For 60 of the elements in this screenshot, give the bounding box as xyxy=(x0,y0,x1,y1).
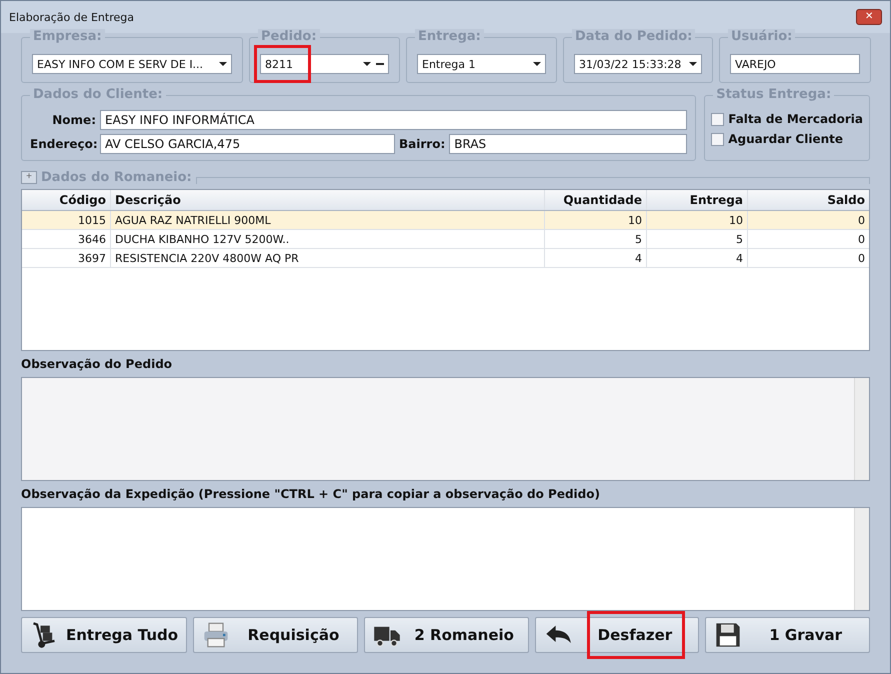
table-cell: 1015 xyxy=(22,211,111,229)
close-button[interactable]: ✕ xyxy=(856,9,882,25)
column-header[interactable]: Código xyxy=(22,190,111,210)
text-field[interactable]: AV CELSO GARCIA,475 xyxy=(100,134,395,154)
caret-icon xyxy=(533,62,541,66)
expand-button[interactable]: + xyxy=(21,170,37,184)
action-button[interactable]: Requisição xyxy=(193,617,358,653)
field-label: Bairro: xyxy=(399,137,446,151)
section-label: Observação do Pedido xyxy=(21,357,174,373)
checkbox-label: Aguardar Cliente xyxy=(728,132,844,146)
highlight-frame xyxy=(254,45,311,83)
action-button[interactable]: 1 Gravar xyxy=(705,617,870,653)
text-field[interactable]: EASY INFO INFORMÁTICA xyxy=(100,110,688,130)
table-cell: 3646 xyxy=(22,230,111,248)
action-button[interactable]: 2 Romaneio xyxy=(364,617,529,653)
action-button[interactable]: Entrega Tudo xyxy=(21,617,188,653)
text-area[interactable] xyxy=(21,377,870,481)
printer-icon xyxy=(202,621,230,649)
column-header[interactable]: Quantidade xyxy=(545,190,647,210)
column-header[interactable]: Descrição xyxy=(111,190,545,210)
table-cell: 5 xyxy=(545,230,647,248)
group-label: Entrega: xyxy=(415,29,484,44)
text-area[interactable] xyxy=(21,507,870,611)
caret-icon xyxy=(689,62,697,66)
table-cell: 5 xyxy=(647,230,748,248)
table-cell: RESISTENCIA 220V 4800W AQ PR xyxy=(111,249,545,267)
text-field[interactable]: VAREJO xyxy=(730,54,860,74)
section-label: Observação da Expedição (Pressione "CTRL + C" para copiar a observação do Pedido) xyxy=(21,487,601,503)
caret-icon xyxy=(219,62,227,66)
table-cell: DUCHA KIBANHO 127V 5200W.. xyxy=(111,230,545,248)
column-header[interactable]: Entrega xyxy=(647,190,748,210)
table-cell: 10 xyxy=(545,211,647,229)
dropdown-field[interactable]: Entrega 1 xyxy=(417,54,546,74)
field-label: Nome: xyxy=(51,113,96,127)
caret-icon xyxy=(363,62,371,66)
table-cell-text: 0 xyxy=(857,250,866,266)
window-title: Elaboração de Entrega xyxy=(9,10,134,24)
table-row[interactable]: 3646 DUCHA KIBANHO 127V 5200W.. 5 5 0 xyxy=(22,230,869,249)
table-cell: 4 xyxy=(545,249,647,267)
checkbox[interactable] xyxy=(711,112,724,126)
field-label: Endereço: xyxy=(30,137,96,151)
action-button[interactable]: Desfazer xyxy=(534,617,700,653)
table-cell: 10 xyxy=(647,211,748,229)
table-row[interactable]: 3697 RESISTENCIA 220V 4800W AQ PR 4 4 0 xyxy=(22,249,869,268)
dropdown-field[interactable]: EASY INFO COM E SERV DE I... xyxy=(32,54,232,74)
group-label: Status Entrega: xyxy=(713,87,834,102)
table-cell: AGUA RAZ NATRIELLI 900ML xyxy=(111,211,545,229)
checkbox-label: Falta de Mercadoria xyxy=(728,112,863,126)
group-label: Empresa: xyxy=(30,29,105,44)
table-cell: 4 xyxy=(647,249,748,267)
checkbox[interactable] xyxy=(711,132,724,146)
column-header[interactable]: Saldo xyxy=(748,190,869,210)
table-cell-text: 0 xyxy=(857,232,866,248)
text-field[interactable]: BRAS xyxy=(449,134,688,154)
table-cell: 3697 xyxy=(22,249,111,267)
dropdown-field[interactable]: 8211 xyxy=(260,54,389,74)
table-row[interactable]: 1015 AGUA RAZ NATRIELLI 900ML 10 10 0 xyxy=(22,211,869,230)
group-label: Dados do Romaneio: xyxy=(41,170,192,184)
table-cell-text: 0 xyxy=(857,212,866,228)
dropdown-field[interactable]: 31/03/22 15:33:28 xyxy=(574,54,702,74)
